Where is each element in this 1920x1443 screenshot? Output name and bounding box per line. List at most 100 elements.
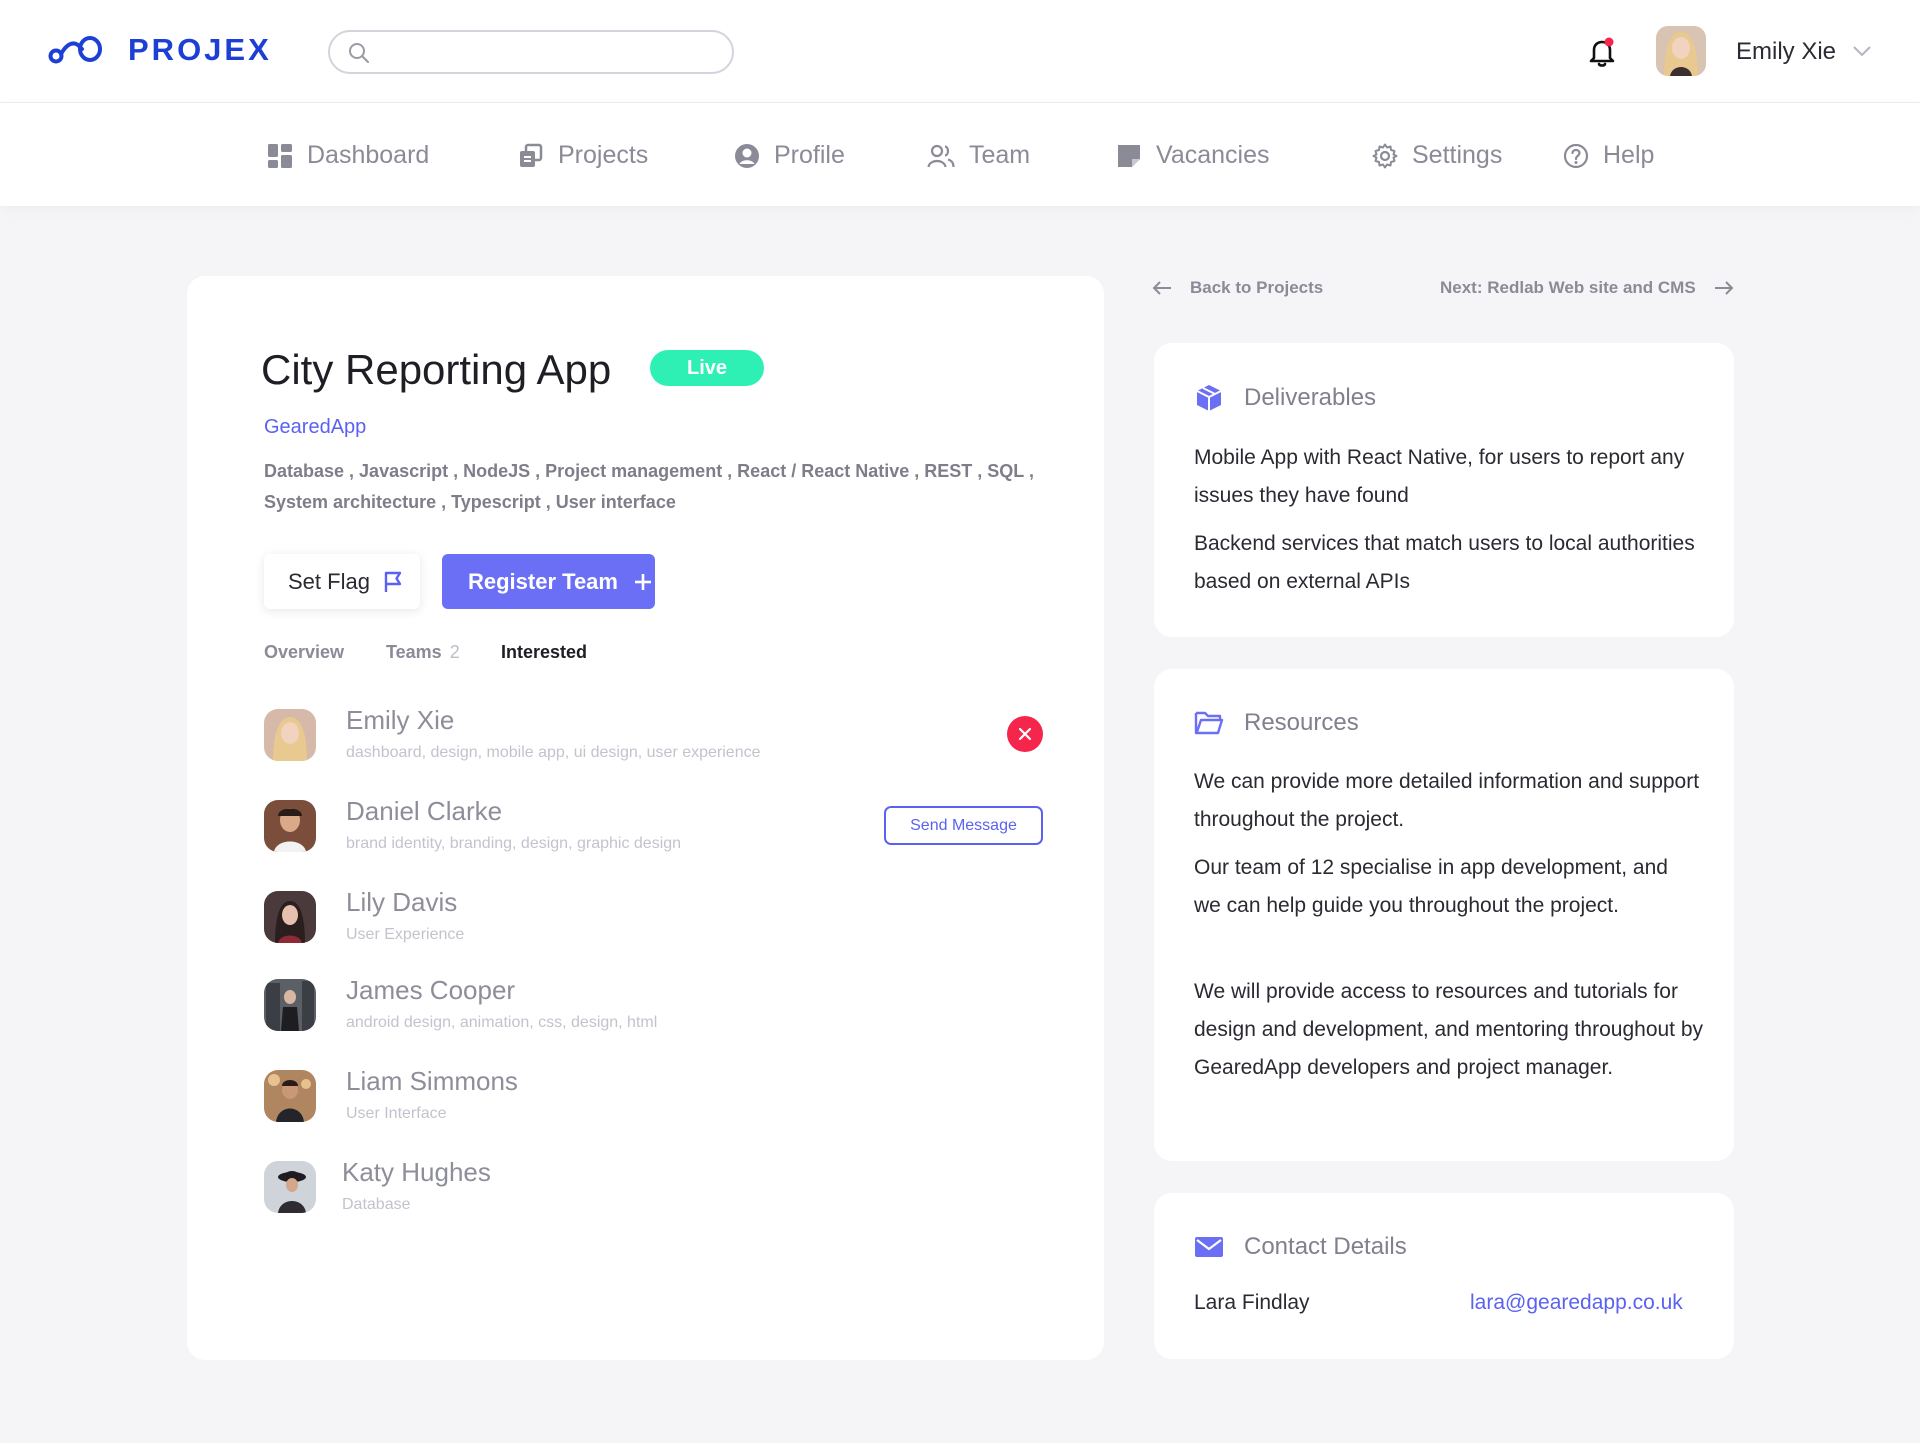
- nav-label: Projects: [558, 141, 649, 169]
- dashboard-icon: [268, 143, 292, 168]
- resource-item: We can provide more detailed information…: [1194, 770, 1700, 831]
- next-project-link[interactable]: Next: Redlab Web site and CMS: [1440, 278, 1734, 298]
- nav-label: Team: [969, 141, 1031, 169]
- avatar: [264, 1161, 316, 1213]
- mail-icon: [1195, 1237, 1223, 1257]
- avatar-image: [1656, 26, 1706, 76]
- contact-name: Lara Findlay: [1194, 1291, 1310, 1314]
- tab-interested[interactable]: Interested: [501, 642, 587, 663]
- resource-item: We will provide access to resources and …: [1194, 980, 1704, 1079]
- project-skills: Database , Javascript , NodeJS , Project…: [264, 461, 1034, 512]
- logo-mark-icon: [48, 36, 102, 64]
- nav-label: Vacancies: [1156, 141, 1270, 169]
- member-tags: dashboard, design, mobile app, ui design…: [346, 744, 761, 761]
- remove-button[interactable]: [1007, 716, 1043, 752]
- deliverables-header: Deliverables: [1194, 383, 1376, 413]
- nav-label: Profile: [774, 141, 845, 169]
- company-link[interactable]: GearedApp: [264, 416, 366, 439]
- member-tags: User Interface: [346, 1105, 447, 1122]
- member-name: Liam Simmons: [346, 1066, 518, 1096]
- member-name: James Cooper: [346, 975, 516, 1005]
- deliverables-title: Deliverables: [1244, 384, 1377, 411]
- project-card: City Reporting App Live GearedApp Databa…: [187, 276, 1104, 1360]
- search-box[interactable]: [328, 30, 734, 74]
- tab-label: Interested: [501, 642, 588, 662]
- list-item[interactable]: Katy Hughes Database: [264, 1157, 864, 1217]
- gear-icon: [1372, 143, 1398, 168]
- member-tags: android design, animation, css, design, …: [346, 1014, 658, 1031]
- vacancies-icon: [1118, 144, 1140, 167]
- member-tags: Database: [342, 1196, 411, 1213]
- arrow-left-icon: [1152, 281, 1171, 295]
- avatar: [264, 891, 316, 943]
- avatar: [264, 979, 316, 1031]
- project-title: City Reporting App: [261, 346, 612, 393]
- search-icon: [349, 43, 369, 63]
- nav-item-projects[interactable]: Projects: [518, 141, 648, 170]
- arrow-right-icon: [1714, 281, 1734, 295]
- avatar: [264, 709, 316, 761]
- user-avatar[interactable]: [1656, 26, 1706, 76]
- nav-label: Dashboard: [307, 141, 430, 169]
- nav-item-team[interactable]: Team: [927, 141, 1030, 170]
- contact-header: Contact Details: [1194, 1233, 1407, 1261]
- list-item[interactable]: Liam Simmons User Interface: [264, 1066, 864, 1126]
- nav-item-help[interactable]: Help: [1563, 141, 1654, 170]
- search-input[interactable]: [382, 38, 712, 66]
- contact-email-link[interactable]: lara@gearedapp.co.uk: [1470, 1291, 1683, 1315]
- set-flag-label: Set Flag: [288, 568, 370, 594]
- next-link-label: Next: Redlab Web site and CMS: [1440, 278, 1696, 297]
- list-item[interactable]: Lily Davis User Experience: [264, 887, 864, 947]
- back-link-label: Back to Projects: [1190, 278, 1324, 297]
- tab-overview[interactable]: Overview: [264, 642, 344, 663]
- projects-icon: [520, 143, 543, 167]
- list-item[interactable]: Daniel Clarke brand identity, branding, …: [264, 796, 864, 856]
- register-team-label: Register Team: [468, 568, 618, 594]
- user-name[interactable]: Emily Xie: [1736, 38, 1836, 66]
- help-icon: [1563, 143, 1589, 168]
- member-name: Daniel Clarke: [346, 796, 503, 826]
- nav-item-settings[interactable]: Settings: [1372, 141, 1502, 170]
- avatar: [264, 800, 316, 852]
- nav-item-profile[interactable]: Profile: [734, 141, 845, 170]
- avatar: [264, 1070, 316, 1122]
- back-to-projects-link[interactable]: Back to Projects: [1152, 278, 1323, 298]
- logo[interactable]: PROJEX: [48, 32, 272, 68]
- tab-label: Overview: [264, 642, 345, 662]
- logo-text: PROJEX: [128, 32, 272, 67]
- member-name: Katy Hughes: [342, 1157, 491, 1187]
- nav-label: Settings: [1412, 141, 1503, 169]
- member-tags: brand identity, branding, design, graphi…: [346, 835, 682, 852]
- nav-item-vacancies[interactable]: Vacancies: [1116, 141, 1270, 170]
- resources-title: Resources: [1244, 709, 1359, 736]
- member-name: Lily Davis: [346, 887, 458, 917]
- resources-card: Resources We can provide more detailed i…: [1154, 669, 1734, 1161]
- notifications-button[interactable]: [1588, 36, 1616, 68]
- bell-icon: [1589, 37, 1615, 67]
- top-bar: PROJEX Emily Xie: [0, 0, 1920, 103]
- nav-item-dashboard[interactable]: Dashboard: [267, 141, 429, 170]
- close-icon: [1018, 727, 1032, 741]
- tab-teams[interactable]: Teams 2: [386, 642, 460, 663]
- nav-label: Help: [1603, 141, 1655, 169]
- resource-item: Our team of 12 specialise in app develop…: [1194, 856, 1668, 917]
- box-icon: [1196, 385, 1222, 411]
- set-flag-button[interactable]: Set Flag: [264, 554, 420, 609]
- folder-icon: [1194, 711, 1224, 735]
- plus-icon: [634, 573, 651, 590]
- send-message-button[interactable]: Send Message: [884, 806, 1043, 845]
- list-item[interactable]: James Cooper android design, animation, …: [264, 975, 864, 1035]
- list-item[interactable]: Emily Xie dashboard, design, mobile app,…: [264, 705, 864, 765]
- deliverable-item: Mobile App with React Native, for users …: [1194, 446, 1685, 507]
- team-icon: [927, 144, 955, 167]
- register-team-button[interactable]: Register Team: [442, 554, 655, 609]
- contact-title: Contact Details: [1244, 1233, 1407, 1260]
- deliverable-item: Backend services that match users to loc…: [1194, 532, 1695, 593]
- contact-card: Contact Details Lara Findlay lara@geared…: [1154, 1193, 1734, 1359]
- resources-header: Resources: [1194, 709, 1359, 737]
- status-badge: Live: [650, 350, 764, 386]
- flag-icon: [384, 571, 402, 592]
- chevron-down-icon[interactable]: [1852, 44, 1872, 58]
- deliverables-card: Deliverables Mobile App with React Nativ…: [1154, 343, 1734, 637]
- profile-icon: [735, 143, 759, 168]
